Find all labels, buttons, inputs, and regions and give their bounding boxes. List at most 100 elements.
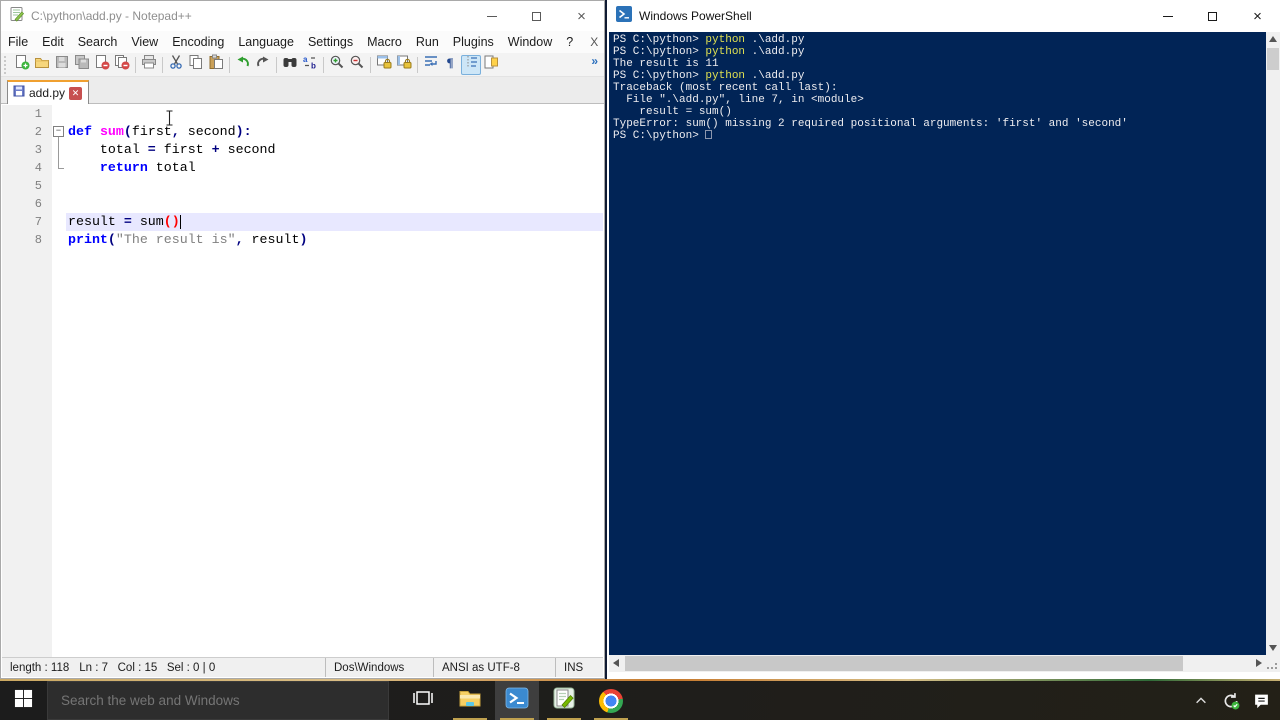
code-editor[interactable]: 1 2 3 4 5 6 7 8 def sum(first, second): total =… <box>2 105 603 659</box>
close-button[interactable]: × <box>559 1 604 31</box>
print-button[interactable] <box>139 55 159 75</box>
powershell-window: Windows PowerShell × PS C:\python> pytho… <box>605 0 1280 679</box>
toolbar-separator <box>162 56 163 73</box>
maximize-button[interactable] <box>514 1 559 31</box>
menu-item-search[interactable]: Search <box>71 33 125 51</box>
line-number: 4 <box>34 161 42 175</box>
search-input[interactable] <box>48 693 388 708</box>
show-all-chars-icon: ¶ <box>443 54 459 75</box>
horizontal-scrollbar[interactable] <box>609 655 1266 672</box>
powershell-logo-icon <box>616 5 632 27</box>
fold-collapse-icon[interactable] <box>53 126 64 137</box>
open-file-icon <box>34 54 50 75</box>
cut-button[interactable] <box>166 55 186 75</box>
open-file-button[interactable] <box>32 55 52 75</box>
zoom-out-button[interactable] <box>347 55 367 75</box>
maximize-button[interactable] <box>1190 0 1235 32</box>
file-explorer-button[interactable] <box>448 681 492 720</box>
code-line-8: print("The result is", result) <box>68 232 308 247</box>
console-line-2: PS C:\python> python .\add.py <box>613 46 805 58</box>
statusbar-doc-info: length : 118 Ln : 7 Col : 15 Sel : 0 | 0 <box>2 658 325 677</box>
doc-map-button[interactable] <box>481 55 501 75</box>
scroll-down-icon[interactable] <box>1269 645 1277 651</box>
menu-item-edit[interactable]: Edit <box>35 33 71 51</box>
powershell-titlebar[interactable]: Windows PowerShell × <box>607 0 1280 32</box>
indent-guide-button[interactable] <box>461 54 481 75</box>
menu-item-file[interactable]: File <box>1 33 35 51</box>
console-line-7: result = sum() <box>613 106 732 118</box>
replace-button[interactable]: ab <box>300 55 320 75</box>
close-button[interactable]: × <box>1235 0 1280 32</box>
menu-item-help[interactable]: ? <box>559 33 580 51</box>
paste-button[interactable] <box>206 54 226 75</box>
indent-guide-icon <box>463 54 479 75</box>
menu-bar-items: File Edit Search View Encoding Language Settin… <box>1 33 580 51</box>
menu-item-settings[interactable]: Settings <box>301 33 360 51</box>
toolbar-separator <box>229 56 230 73</box>
code-area[interactable]: def sum(first, second): total = first + … <box>66 105 603 659</box>
tab-close-icon[interactable]: ✕ <box>69 86 83 100</box>
notepadpp-logo-icon <box>9 6 25 27</box>
sync-horizontal-icon <box>396 54 412 75</box>
encoding: ANSI as UTF-8 <box>433 658 555 677</box>
sync-horizontal-button[interactable] <box>394 55 414 75</box>
menu-item-macro[interactable]: Macro <box>360 33 409 51</box>
save-button[interactable] <box>52 55 72 75</box>
copy-button[interactable] <box>186 55 206 75</box>
close-file-button[interactable] <box>92 55 112 75</box>
fold-guide-end <box>58 168 64 169</box>
find-button[interactable] <box>280 55 300 75</box>
close-all-files-icon <box>114 54 130 75</box>
new-file-button[interactable] <box>12 55 32 75</box>
action-center-icon[interactable] <box>1250 689 1272 713</box>
notepadpp-button[interactable] <box>542 681 586 720</box>
scroll-left-icon[interactable] <box>613 659 619 667</box>
menu-item-language[interactable]: Language <box>231 33 301 51</box>
redo-button[interactable] <box>253 55 273 75</box>
chrome-button[interactable] <box>589 681 633 720</box>
chevron-up-icon[interactable] <box>1190 689 1212 713</box>
powershell-button[interactable] <box>495 681 539 720</box>
taskbar-search[interactable] <box>47 681 389 720</box>
save-all-button[interactable] <box>72 55 92 75</box>
find-icon <box>282 54 298 75</box>
word-wrap-button[interactable] <box>421 55 441 75</box>
console-line-9: PS C:\python> <box>613 130 1266 142</box>
toolbar-grip <box>4 55 8 74</box>
line-number: 7 <box>34 215 42 229</box>
sync-vertical-button[interactable] <box>374 55 394 75</box>
horizontal-scroll-thumb[interactable] <box>625 656 1184 671</box>
menu-item-window[interactable]: Window <box>501 33 559 51</box>
sync-status-icon[interactable] <box>1220 689 1242 713</box>
resize-grip[interactable] <box>1266 655 1280 672</box>
scroll-right-icon[interactable] <box>1256 659 1262 667</box>
line-number-gutter: 1 2 3 4 5 6 7 8 <box>2 105 52 659</box>
minimize-button[interactable] <box>469 1 514 31</box>
menu-item-run[interactable]: Run <box>409 33 446 51</box>
zoom-in-button[interactable] <box>327 55 347 75</box>
scroll-up-icon[interactable] <box>1269 36 1277 42</box>
vertical-scrollbar[interactable] <box>1266 32 1280 655</box>
minimize-button[interactable] <box>1145 0 1190 32</box>
start-button[interactable] <box>0 681 47 720</box>
line-number: 6 <box>34 197 42 211</box>
notepadpp-icon <box>552 686 576 715</box>
close-all-files-button[interactable] <box>112 55 132 75</box>
window-title: C:\python\add.py - Notepad++ <box>31 9 192 23</box>
console-line-4: PS C:\python> python .\add.py <box>613 70 805 82</box>
undo-button[interactable] <box>233 55 253 75</box>
svg-text:¶: ¶ <box>447 55 454 70</box>
notepadpp-titlebar[interactable]: C:\python\add.py - Notepad++ × <box>1 1 604 31</box>
svg-text:b: b <box>311 62 316 71</box>
console-output[interactable]: PS C:\python> python .\add.py PS C:\pytho… <box>609 32 1266 655</box>
menu-item-view[interactable]: View <box>124 33 165 51</box>
menu-item-encoding[interactable]: Encoding <box>165 33 231 51</box>
show-all-chars-button[interactable]: ¶ <box>441 55 461 75</box>
tab-addpy[interactable]: add.py ✕ <box>7 80 90 104</box>
task-view-button[interactable] <box>401 681 445 720</box>
caret-position: Ln : 7 Col : 15 Sel : 0 | 0 <box>79 661 216 674</box>
toolbar-overflow-button[interactable]: » <box>591 54 604 76</box>
vertical-scroll-thumb[interactable] <box>1267 48 1279 70</box>
menu-item-plugins[interactable]: Plugins <box>446 33 501 51</box>
